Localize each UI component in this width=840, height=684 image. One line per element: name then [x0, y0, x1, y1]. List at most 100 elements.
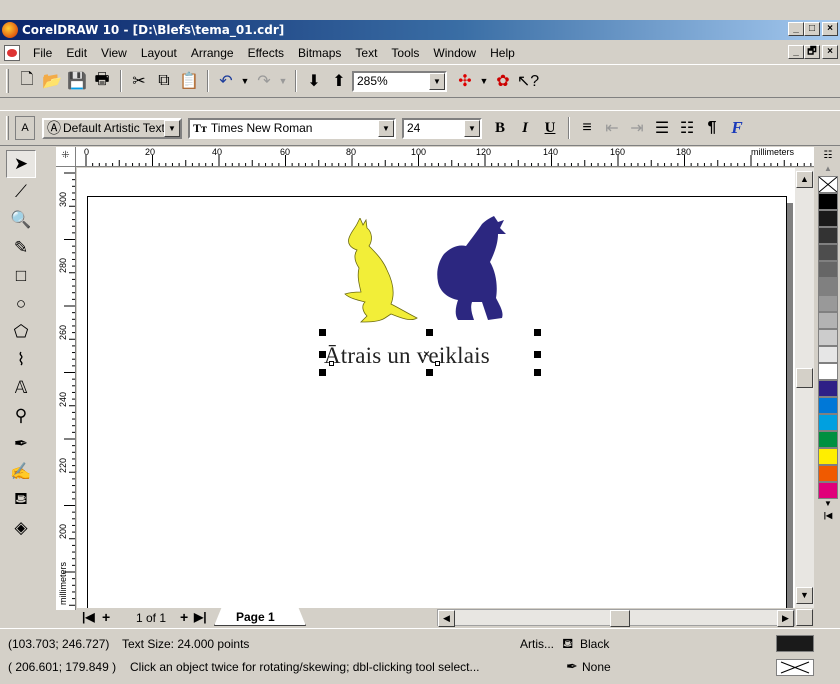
ruler-origin[interactable]: ⁜	[56, 147, 76, 167]
add-page-before-icon[interactable]: +	[102, 609, 110, 625]
menu-text[interactable]: Text	[348, 46, 384, 60]
menu-file[interactable]: File	[26, 46, 59, 60]
palette-options-icon[interactable]: ☷	[818, 150, 838, 164]
menu-arrange[interactable]: Arrange	[184, 46, 241, 60]
menu-tools[interactable]: Tools	[384, 46, 426, 60]
palette-swatch[interactable]	[818, 295, 838, 312]
selection-handle[interactable]	[319, 329, 326, 336]
selection-handle[interactable]	[534, 369, 541, 376]
menu-layout[interactable]: Layout	[134, 46, 184, 60]
underline-button[interactable]: U	[538, 116, 562, 140]
palette-scroll-down-icon[interactable]: ▼	[818, 499, 838, 511]
import-icon[interactable]: ⬇	[302, 69, 326, 93]
palette-swatch[interactable]	[818, 210, 838, 227]
horizontal-scrollbar[interactable]: ◀ ▶	[437, 609, 795, 627]
first-page-icon[interactable]: |◀	[82, 610, 95, 624]
outline-tool-icon[interactable]: ✍	[6, 458, 36, 486]
ellipse-tool-icon[interactable]: ○	[6, 290, 36, 318]
scroll-down-icon[interactable]: ▼	[796, 587, 813, 604]
vertical-scrollbar[interactable]: ▲ ▼	[795, 168, 814, 608]
selection-handle[interactable]	[319, 351, 326, 358]
selection-handle[interactable]	[426, 369, 433, 376]
palette-swatch[interactable]	[818, 363, 838, 380]
fill-tool-icon[interactable]: ⛾	[6, 486, 36, 514]
shape-tool-icon[interactable]: ⟋	[6, 178, 36, 206]
font-combo[interactable]: Tт Times New Roman ▼	[188, 117, 396, 139]
horizontal-scroll-thumb[interactable]	[610, 610, 630, 627]
menu-edit[interactable]: Edit	[59, 46, 94, 60]
polygon-tool-icon[interactable]: ⬠	[6, 318, 36, 346]
selection-handle[interactable]	[534, 351, 541, 358]
palette-swatch[interactable]	[818, 346, 838, 363]
whats-this-help-icon[interactable]: ↖?	[516, 69, 540, 93]
style-combo[interactable]: Ⓐ Default Artistic Text * ▼	[42, 117, 182, 139]
scroll-right-icon[interactable]: ▶	[777, 610, 794, 627]
palette-swatch[interactable]	[818, 193, 838, 210]
paste-icon[interactable]: 📋	[177, 69, 201, 93]
outline-color-swatch[interactable]	[776, 659, 814, 676]
selection-handle[interactable]	[534, 329, 541, 336]
decrease-indent-icon[interactable]: ⇤	[600, 116, 624, 140]
rectangle-tool-icon[interactable]: □	[6, 262, 36, 290]
vertical-scroll-thumb[interactable]	[796, 368, 813, 388]
chevron-down-icon[interactable]: ▼	[464, 119, 480, 137]
horizontal-ruler[interactable]: 0 20 40 60 80 100 120 140 160 180 millim…	[56, 147, 814, 167]
menu-view[interactable]: View	[94, 46, 134, 60]
minimize-button[interactable]: _	[788, 22, 804, 36]
selection-handle[interactable]	[319, 369, 326, 376]
new-document-icon[interactable]: 🗋	[15, 69, 39, 93]
tab-page-1[interactable]: Page 1	[236, 610, 275, 624]
palette-swatch[interactable]	[818, 227, 838, 244]
artistic-text-object[interactable]: Ātrais un veiklais	[324, 343, 490, 369]
italic-button[interactable]: I	[513, 116, 537, 140]
toolbar-grip[interactable]	[6, 69, 9, 93]
palette-scroll-up-icon[interactable]: ▲	[818, 164, 838, 176]
navigator-icon[interactable]	[796, 609, 813, 626]
text-tool-icon[interactable]: 𝔸	[6, 374, 36, 402]
interactive-blend-tool-icon[interactable]: ⚲	[6, 402, 36, 430]
palette-swatch[interactable]	[818, 380, 838, 397]
undo-icon[interactable]: ↶	[214, 69, 238, 93]
save-icon[interactable]: 💾	[65, 69, 89, 93]
bullet-list-icon[interactable]: ☰	[650, 116, 674, 140]
chevron-down-icon[interactable]: ▼	[378, 119, 394, 137]
increase-indent-icon[interactable]: ⇥	[625, 116, 649, 140]
print-icon[interactable]: 🖶	[90, 69, 114, 93]
toolbar-grip[interactable]	[6, 116, 9, 140]
horizontal-alignment-icon[interactable]: ≡	[575, 116, 599, 140]
palette-swatch[interactable]	[818, 261, 838, 278]
coreldraw-app-icon[interactable]	[2, 22, 18, 38]
palette-swatch[interactable]	[818, 244, 838, 261]
kangaroo-clipart[interactable]	[339, 218, 419, 328]
palette-swatch[interactable]	[818, 312, 838, 329]
gorilla-clipart[interactable]	[432, 216, 512, 326]
palette-swatch[interactable]	[818, 414, 838, 431]
launcher-dropdown-icon[interactable]: ▼	[478, 69, 490, 93]
menu-help[interactable]: Help	[483, 46, 522, 60]
close-button[interactable]: ×	[822, 22, 838, 36]
zoom-level-combo[interactable]: 285% ▼	[352, 70, 447, 92]
scroll-left-icon[interactable]: ◀	[438, 610, 455, 627]
fill-color-swatch[interactable]	[776, 635, 814, 652]
copy-icon[interactable]: ⧉	[152, 69, 176, 93]
menu-bitmaps[interactable]: Bitmaps	[291, 46, 348, 60]
palette-swatch[interactable]	[818, 482, 838, 499]
cut-icon[interactable]: ✂	[127, 69, 151, 93]
menu-effects[interactable]: Effects	[241, 46, 291, 60]
document-icon[interactable]	[4, 45, 20, 61]
drawing-canvas[interactable]: Ātrais un veiklais ×	[77, 168, 795, 608]
format-text-button[interactable]: F	[725, 116, 749, 140]
palette-swatch[interactable]	[818, 329, 838, 346]
menu-window[interactable]: Window	[426, 46, 483, 60]
add-page-after-icon[interactable]: +	[180, 609, 188, 625]
palette-swatch[interactable]	[818, 278, 838, 295]
interactive-fill-tool-icon[interactable]: ◈	[6, 514, 36, 542]
application-launcher-icon[interactable]: ✣	[453, 69, 477, 93]
doc-close-button[interactable]: ×	[822, 45, 838, 59]
maximize-button[interactable]: □	[804, 22, 820, 36]
eyedropper-tool-icon[interactable]: ✒	[6, 430, 36, 458]
redo-icon[interactable]: ↷	[252, 69, 276, 93]
text-node-handle[interactable]	[435, 361, 440, 366]
palette-swatch[interactable]	[818, 448, 838, 465]
font-size-combo[interactable]: 24 ▼	[402, 117, 482, 139]
